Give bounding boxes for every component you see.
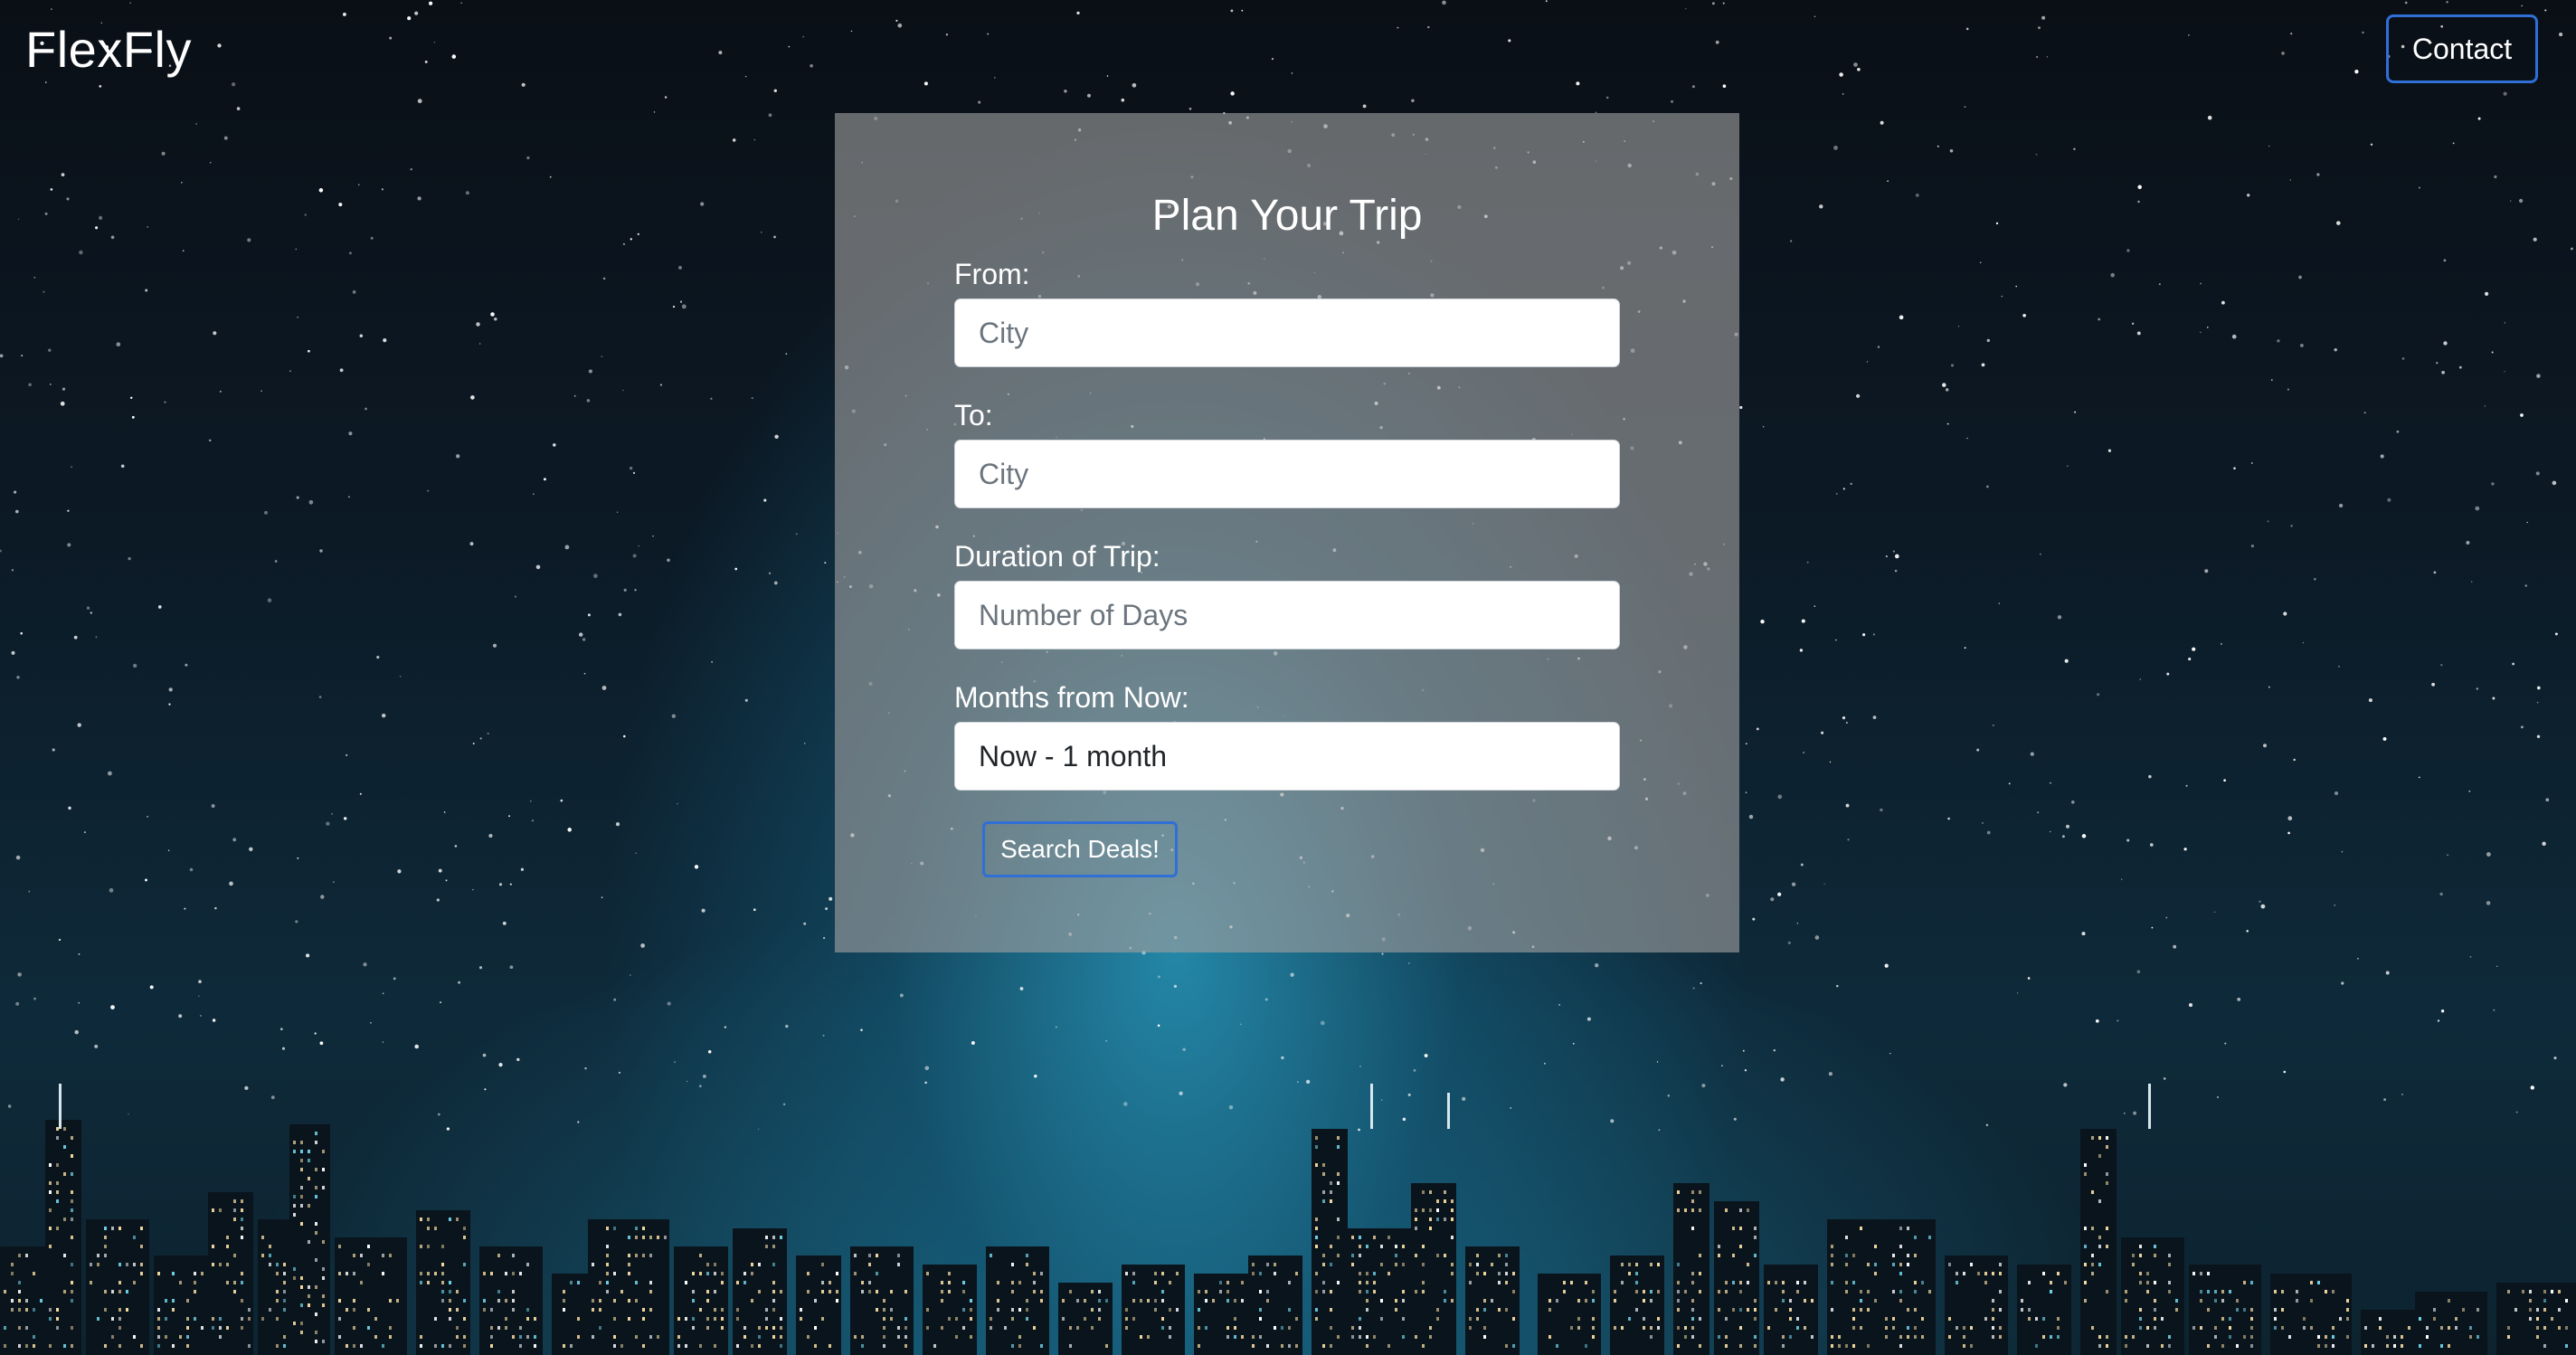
from-city-input[interactable]	[954, 298, 1620, 367]
brand-logo-text[interactable]: FlexFly	[25, 20, 192, 79]
city-skyline-background	[0, 1084, 2576, 1355]
duration-days-input[interactable]	[954, 581, 1620, 649]
to-city-input[interactable]	[954, 440, 1620, 508]
to-label: To:	[954, 399, 993, 431]
duration-label: Duration of Trip:	[954, 540, 1160, 573]
months-select[interactable]: Now - 1 month	[954, 722, 1620, 791]
search-deals-button[interactable]: Search Deals!	[982, 821, 1178, 877]
form-title: Plan Your Trip	[1151, 192, 1423, 240]
from-label: From:	[954, 258, 1030, 290]
trip-form-panel: Plan Your Trip From: To: Duration of Tri…	[835, 113, 1739, 952]
contact-button[interactable]: Contact	[2386, 14, 2538, 83]
months-label: Months from Now:	[954, 681, 1189, 714]
months-select-value: Now - 1 month	[979, 739, 1168, 772]
